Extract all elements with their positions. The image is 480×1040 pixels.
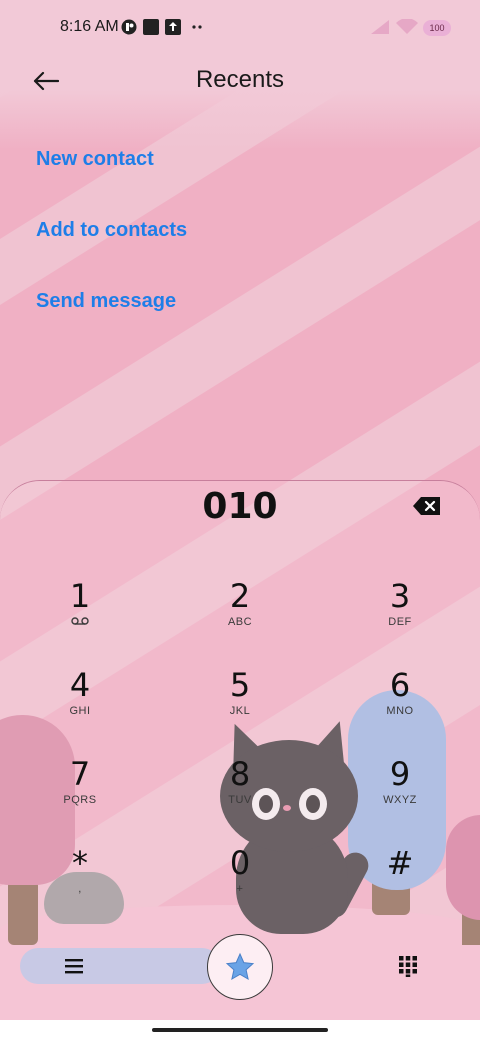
- key-letters: TUV: [228, 794, 252, 806]
- key-digit: 3: [389, 577, 411, 615]
- key-digit: #: [386, 844, 414, 882]
- key-letters: MNO: [386, 705, 414, 717]
- key-digit: 8: [229, 755, 251, 793]
- key-letters: WXYZ: [383, 794, 417, 806]
- key-digit: 5: [229, 666, 251, 704]
- key-letters: PQRS: [63, 794, 97, 806]
- key-7[interactable]: 7 PQRS: [10, 756, 150, 836]
- page-title: Recents: [195, 66, 285, 93]
- wifi-icon: [396, 18, 418, 35]
- app-notification-icon: [121, 19, 137, 35]
- star-call-icon: [225, 952, 255, 981]
- key-digit: 6: [389, 666, 411, 704]
- key-letters: ABC: [227, 616, 253, 628]
- key-letters: GHI: [69, 705, 91, 717]
- upload-notification-icon: [165, 19, 181, 35]
- status-time: 8:16 AM: [60, 18, 119, 35]
- key-8[interactable]: 8 TUV: [170, 756, 310, 836]
- more-dots-icon: [189, 19, 205, 35]
- battery-icon: 100: [423, 20, 451, 36]
- status-bar: 8:16 AM 100: [0, 0, 480, 56]
- key-0[interactable]: 0 +: [170, 845, 310, 925]
- key-1[interactable]: 1: [10, 578, 150, 658]
- key-digit: 0: [229, 844, 251, 882]
- key-letters: JKL: [229, 705, 251, 717]
- key-letters: DEF: [388, 616, 412, 628]
- call-button[interactable]: [207, 934, 273, 1000]
- key-digit: 1: [69, 577, 91, 615]
- key-9[interactable]: 9 WXYZ: [330, 756, 470, 836]
- key-3[interactable]: 3 DEF: [330, 578, 470, 658]
- voicemail-icon: [10, 616, 150, 629]
- new-contact-link[interactable]: New contact: [36, 148, 154, 171]
- key-digit: 4: [69, 666, 91, 704]
- key-2[interactable]: 2 ABC: [170, 578, 310, 658]
- home-indicator[interactable]: [152, 1028, 328, 1032]
- key-digit: 2: [229, 577, 251, 615]
- key-letters: +: [236, 883, 244, 895]
- key-4[interactable]: 4 GHI: [10, 667, 150, 747]
- backspace-button[interactable]: [412, 496, 442, 516]
- send-message-link[interactable]: Send message: [36, 290, 176, 313]
- backspace-icon: [413, 497, 440, 515]
- key-5[interactable]: 5 JKL: [170, 667, 310, 747]
- menu-button[interactable]: [58, 952, 90, 980]
- key-digit: 7: [69, 755, 91, 793]
- keypad-toggle-button[interactable]: [392, 952, 424, 980]
- add-to-contacts-link[interactable]: Add to contacts: [36, 219, 187, 242]
- key-digit: *: [72, 844, 88, 882]
- square-notification-icon: [143, 19, 159, 35]
- key-digit: 9: [389, 755, 411, 793]
- dialed-number: 010: [202, 486, 278, 527]
- keypad-icon: [399, 956, 417, 977]
- signal-icon: [370, 19, 390, 35]
- key-star[interactable]: * ,: [10, 845, 150, 925]
- key-6[interactable]: 6 MNO: [330, 667, 470, 747]
- menu-icon: [65, 959, 83, 974]
- key-letters: ,: [78, 883, 82, 895]
- key-hash[interactable]: #: [330, 845, 470, 925]
